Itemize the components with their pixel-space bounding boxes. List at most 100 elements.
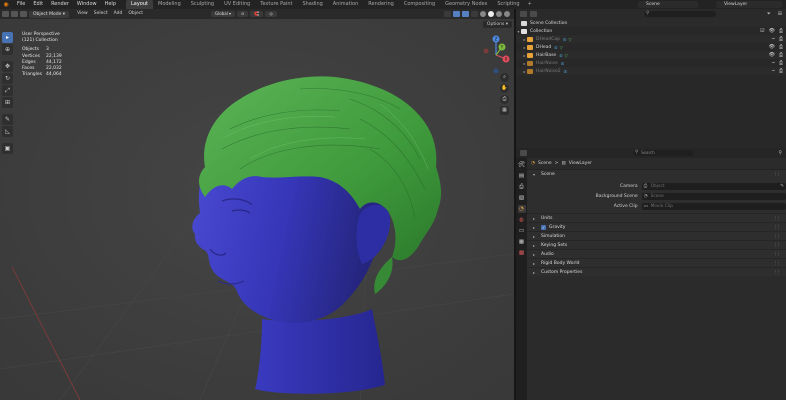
workspace-tab-compositing[interactable]: Compositing [399, 0, 440, 9]
camera-icon[interactable]: ⎙ [779, 44, 783, 50]
cursor-tool-icon[interactable]: ⊕ [2, 44, 13, 55]
camera-view-icon[interactable]: ⎙ [500, 95, 509, 104]
menu-help[interactable]: Help [101, 0, 120, 9]
wireframe-shading-icon[interactable] [480, 11, 486, 17]
zoom-icon[interactable]: ⌕ [500, 73, 509, 82]
properties-search-input[interactable]: Search [633, 150, 693, 156]
background-scene-field[interactable]: ◔ Scene [641, 192, 786, 200]
view-layer-selector[interactable]: ViewLayer [716, 1, 782, 8]
workspace-tab-geometry-nodes[interactable]: Geometry Nodes [440, 0, 492, 9]
view-layer-tab-icon[interactable]: ▧ [518, 194, 526, 202]
eye-closed-icon[interactable]: ⌣ [772, 60, 775, 66]
menu-file[interactable]: File [13, 0, 29, 9]
pan-hand-icon[interactable]: ✋ [500, 84, 509, 93]
rendered-shading-icon[interactable] [504, 11, 510, 17]
workspace-tab-layout[interactable]: Layout [126, 0, 153, 9]
outliner-row-hairnoise2[interactable]: ▸ HairNoise2 ✇ ⌣ ⎙ [516, 67, 786, 75]
gravity-checkbox[interactable]: ✓ [541, 224, 546, 230]
scale-tool-icon[interactable]: ⤢ [2, 85, 13, 96]
3d-viewport[interactable]: Object Mode ▾ View Select Add Object Glo… [0, 9, 514, 400]
eyedropper-icon[interactable]: ✎ [780, 183, 784, 190]
tool-tab-icon[interactable]: 🛠 [518, 161, 526, 169]
workspace-tab-scripting[interactable]: Scripting [492, 0, 524, 9]
object-mode-dropdown[interactable]: Object Mode ▾ [29, 10, 70, 18]
viewport-options-button[interactable]: Options ▾ [482, 21, 512, 28]
measure-tool-icon[interactable]: ◺ [2, 126, 13, 137]
select-extend-icon[interactable] [20, 11, 27, 17]
visibility-icon[interactable] [444, 11, 451, 17]
keying-sets-panel-header[interactable]: ▸ Keying Sets ⋮⋮ [527, 240, 786, 249]
outliner-editor-type-icon[interactable] [520, 11, 527, 17]
transform-orientation-dropdown[interactable]: Global ▾ [211, 11, 236, 17]
menu-render[interactable]: Render [47, 0, 73, 9]
properties-editor-type-icon[interactable] [520, 150, 527, 156]
workspace-tab-shading[interactable]: Shading [297, 0, 327, 9]
add-workspace-button[interactable]: + [525, 0, 535, 9]
new-collection-icon[interactable]: ⊞ [778, 11, 782, 17]
outliner-row-dhead[interactable]: ▸ DHead ✇ ▽ 👁 ⎙ [516, 43, 786, 51]
workspace-tab-rendering[interactable]: Rendering [363, 0, 399, 9]
drag-grip-icon[interactable]: ⋮⋮ [773, 252, 781, 257]
workspace-tab-sculpting[interactable]: Sculpting [186, 0, 219, 9]
eye-closed-icon[interactable]: ⌣ [772, 36, 775, 42]
eye-icon[interactable]: 👁 [769, 28, 775, 34]
drag-grip-icon[interactable]: ⋮⋮ [773, 261, 781, 266]
move-tool-icon[interactable]: ✥ [2, 61, 13, 72]
render-tab-icon[interactable]: ▤ [518, 172, 526, 180]
overlay-toggle-icon[interactable] [462, 11, 469, 17]
active-clip-field[interactable]: ▭ Movie Clip [641, 202, 786, 210]
proportional-edit-icon[interactable]: ◎ [265, 11, 277, 17]
camera-field[interactable]: ⎙ Object ✎ [641, 182, 786, 190]
output-tab-icon[interactable]: ⎙ [518, 183, 526, 191]
scene-selector[interactable]: Scene [638, 1, 698, 8]
texture-paint-tab-icon[interactable]: ▩ [518, 249, 526, 257]
workspace-tab-texture-paint[interactable]: Texture Paint [255, 0, 297, 9]
texture-tab-icon[interactable]: ▦ [518, 238, 526, 246]
camera-icon[interactable]: ⎙ [779, 68, 783, 74]
xray-toggle-icon[interactable] [471, 11, 478, 17]
camera-icon[interactable]: ⎙ [779, 52, 783, 58]
drag-grip-icon[interactable]: ⋮⋮ [773, 234, 781, 239]
drag-grip-icon[interactable]: ⋮⋮ [773, 270, 781, 275]
eye-closed-icon[interactable]: ⌣ [772, 68, 775, 74]
outliner-row-scene-collection[interactable]: Scene Collection [516, 19, 786, 27]
eye-icon[interactable]: 👁 [769, 44, 775, 50]
outliner-row-hairbase[interactable]: ▸ HairBase ✇ ▽ 👁 ⎙ [516, 51, 786, 59]
snap-icon[interactable]: 🧲 [250, 11, 264, 17]
gizmo-toggle-icon[interactable] [453, 11, 460, 17]
filter-icon[interactable]: ⏷ [767, 11, 771, 17]
add-cube-tool-icon[interactable]: ▣ [2, 143, 13, 154]
workspace-tab-modeling[interactable]: Modeling [153, 0, 186, 9]
view-menu[interactable]: View [74, 9, 91, 19]
object-menu[interactable]: Object [125, 9, 146, 19]
drag-grip-icon[interactable]: ⋮⋮ [773, 172, 781, 177]
blender-logo-icon[interactable]: ◉ [2, 1, 10, 8]
scene-panel-header[interactable]: ▾ Scene ⋮⋮ [527, 169, 786, 178]
display-mode-icon[interactable] [530, 11, 537, 17]
simulation-panel-header[interactable]: ▸ Simulation ⋮⋮ [527, 231, 786, 240]
drag-grip-icon[interactable]: ⋮⋮ [773, 225, 781, 230]
camera-icon[interactable]: ⎙ [779, 36, 783, 42]
pivot-point-icon[interactable]: ⊙ [237, 11, 249, 17]
rotate-tool-icon[interactable]: ↻ [2, 73, 13, 84]
outliner-row-hairnoise[interactable]: ▸ HairNoise ✇ ⌣ ⎙ [516, 59, 786, 67]
outliner-search-input[interactable] [644, 11, 716, 17]
pin-icon[interactable]: ⚲ [778, 150, 782, 156]
outliner-row-collection[interactable]: ▾ Collection ☑ 👁 ⎙ [516, 27, 786, 35]
menu-window[interactable]: Window [73, 0, 101, 9]
outliner-row-dheadcap[interactable]: ▸ DHeadCap ✇ ▽ ⌣ ⎙ [516, 35, 786, 43]
scene-tab-icon[interactable]: ◔ [517, 205, 526, 213]
camera-icon[interactable]: ⎙ [779, 60, 783, 66]
eye-icon[interactable]: 👁 [769, 52, 775, 58]
gravity-panel-header[interactable]: ▸ ✓ Gravity ⋮⋮ [527, 222, 786, 231]
audio-panel-header[interactable]: ▸ Audio ⋮⋮ [527, 249, 786, 258]
select-mode-icon[interactable] [11, 11, 18, 17]
material-shading-icon[interactable] [496, 11, 502, 17]
workspace-tab-uv-editing[interactable]: UV Editing [219, 0, 255, 9]
rigid-body-world-panel-header[interactable]: ▸ Rigid Body World ⋮⋮ [527, 258, 786, 267]
drag-grip-icon[interactable]: ⋮⋮ [773, 216, 781, 221]
custom-properties-panel-header[interactable]: ▸ Custom Properties ⋮⋮ [527, 267, 786, 276]
solid-shading-icon[interactable] [488, 11, 494, 17]
collection-tab-icon[interactable]: ▭ [518, 227, 526, 235]
editor-type-icon[interactable] [2, 11, 9, 17]
